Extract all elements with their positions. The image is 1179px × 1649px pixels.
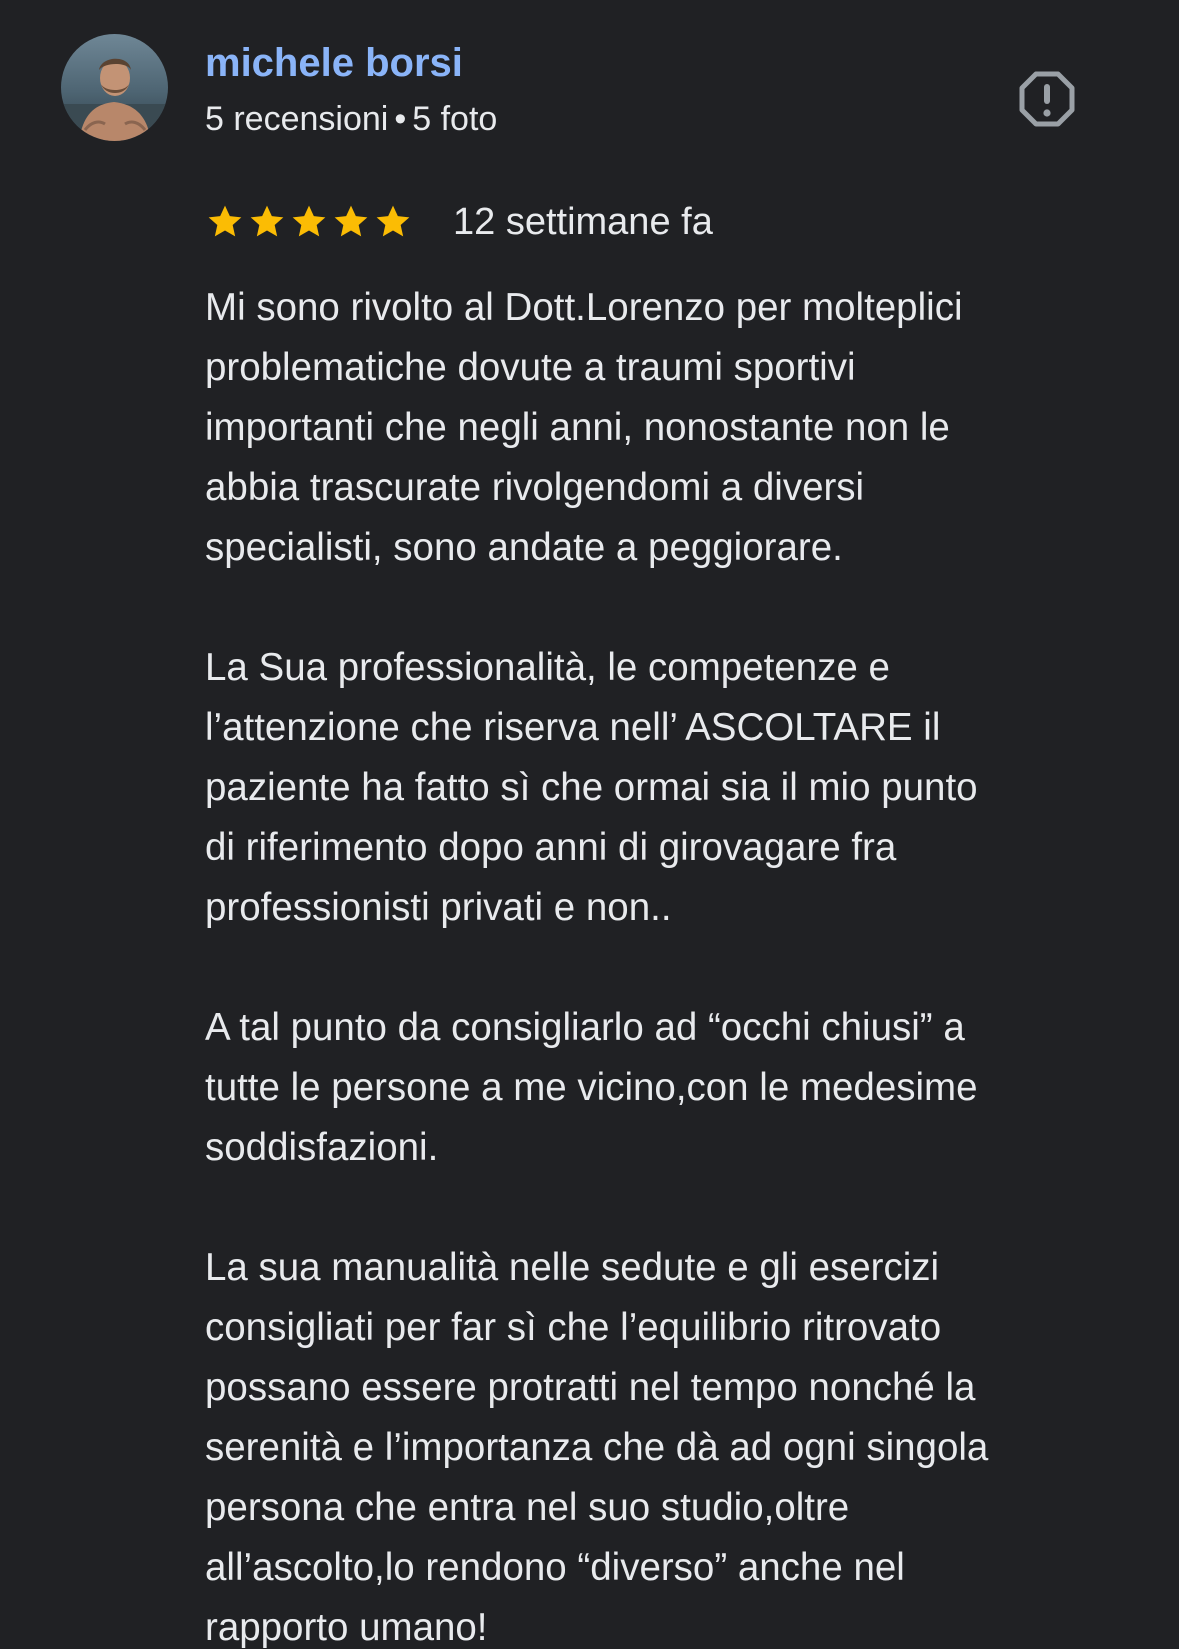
avatar-photo xyxy=(61,34,168,141)
star-icon xyxy=(250,205,284,237)
meta-separator: • xyxy=(394,100,407,138)
review-paragraph: La Sua professionalità, le competenze e l… xyxy=(205,638,1105,938)
star-icon xyxy=(208,205,242,237)
review-paragraph: A tal punto da consigliarlo ad “occhi ch… xyxy=(205,998,1105,1178)
review-line: consigliati per far sì che l’equilibrio … xyxy=(205,1306,942,1349)
star-rating xyxy=(205,202,413,242)
review-card: michele borsi 5 recensioni • 5 foto 12 set… xyxy=(0,0,1179,1649)
author-name-link[interactable]: michele borsi xyxy=(205,38,463,88)
review-line: La Sua professionalità, le competenze e xyxy=(205,646,890,689)
star-icon xyxy=(376,205,410,237)
report-flag-icon xyxy=(1019,71,1075,127)
review-date: 12 settimane fa xyxy=(453,201,713,243)
review-line: professionisti privati e non.. xyxy=(205,886,672,929)
reviews-count: 5 recensioni xyxy=(205,100,389,138)
review-line: Mi sono rivolto al Dott.Lorenzo per molt… xyxy=(205,286,963,329)
review-line: importanti che negli anni, nonostante no… xyxy=(205,406,950,449)
review-line: La sua manualità nelle sedute e gli eser… xyxy=(205,1246,940,1289)
review-line: soddisfazioni. xyxy=(205,1126,439,1169)
report-button[interactable] xyxy=(1012,64,1082,134)
author-meta: 5 recensioni • 5 foto xyxy=(205,97,497,141)
review-line: tutte le persone a me vicino,con le mede… xyxy=(205,1066,978,1109)
author-avatar[interactable] xyxy=(61,34,168,141)
review-text: Mi sono rivolto al Dott.Lorenzo per molt… xyxy=(205,278,1105,1649)
review-line: specialisti, sono andate a peggiorare. xyxy=(205,526,843,569)
review-line: persona che entra nel suo studio,oltre xyxy=(205,1486,850,1529)
review-line: abbia trascurate rivolgendomi a diversi xyxy=(205,466,865,509)
star-icon xyxy=(334,205,368,237)
review-line: all’ascolto,lo rendono “diverso” anche n… xyxy=(205,1546,905,1589)
review-line: l’attenzione che riserva nell’ ASCOLTARE… xyxy=(205,706,941,749)
review-line: di riferimento dopo anni di girovagare f… xyxy=(205,826,897,869)
star-icon xyxy=(292,205,326,237)
review-line: possano essere protratti nel tempo nonch… xyxy=(205,1366,976,1409)
rating-row: 12 settimane fa xyxy=(205,198,713,246)
photos-count: 5 foto xyxy=(412,100,498,138)
review-paragraph: Mi sono rivolto al Dott.Lorenzo per molt… xyxy=(205,278,1105,578)
review-line: paziente ha fatto sì che ormai sia il mi… xyxy=(205,766,978,809)
review-line: A tal punto da consigliarlo ad “occhi ch… xyxy=(205,1006,965,1049)
review-line: rapporto umano! xyxy=(205,1606,488,1649)
review-line: serenità e l’importanza che dà ad ogni s… xyxy=(205,1426,989,1469)
review-line: problematiche dovute a traumi sportivi xyxy=(205,346,856,389)
review-paragraph: La sua manualità nelle sedute e gli eser… xyxy=(205,1238,1105,1649)
